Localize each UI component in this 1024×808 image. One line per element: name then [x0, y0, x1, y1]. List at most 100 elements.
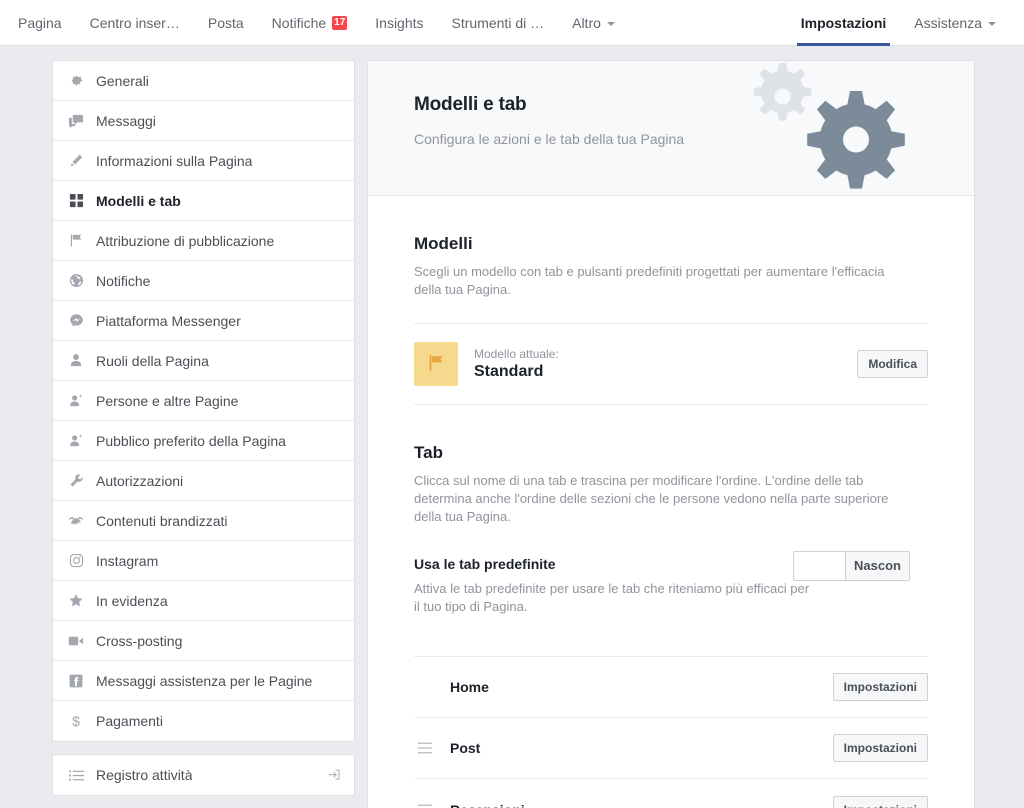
nav-item-assistenza[interactable]: Assistenza [900, 0, 1010, 45]
person-add-icon [65, 431, 87, 451]
sidebar-item-registro-attivita[interactable]: Registro attività [53, 755, 354, 795]
nav-item-label: Notifiche [271, 14, 327, 31]
nav-item-posta[interactable]: Posta [194, 0, 258, 45]
grid-squares-icon [65, 191, 87, 211]
tab-row-name: Recensioni [450, 802, 525, 808]
sidebar-item-modelli-e-tab[interactable]: Modelli e tab [53, 181, 354, 221]
sidebar-item-label: Ruoli della Pagina [96, 352, 209, 369]
flag-icon [65, 231, 87, 251]
sidebar-item-messaggi-assistenza-per-le-pagine[interactable]: Messaggi assistenza per le Pagine [53, 661, 354, 701]
sidebar-item-label: Cross-posting [96, 632, 183, 649]
nav-item-strumenti-di-pubblicazione[interactable]: Strumenti di … [438, 0, 559, 45]
list-icon [65, 765, 87, 785]
sidebar-item-ruoli-della-pagina[interactable]: Ruoli della Pagina [53, 341, 354, 381]
drag-handle-icon[interactable] [414, 742, 436, 754]
star-icon [65, 591, 87, 611]
toggle-label: Nascon [846, 552, 909, 580]
notifications-count-badge: 17 [332, 15, 348, 30]
sidebar-item-label: Notifiche [96, 272, 151, 289]
tabs-description: Clicca sul nome di una tab e trascina pe… [414, 473, 889, 524]
nav-item-label: Strumenti di … [451, 14, 545, 31]
current-template-row: Modello attuale: Standard Modifica [414, 324, 928, 405]
tab-row-name: Home [450, 679, 489, 695]
person-add-icon [65, 391, 87, 411]
sidebar-item-instagram[interactable]: Instagram [53, 541, 354, 581]
external-link-icon [326, 767, 342, 783]
person-icon [65, 351, 87, 371]
gear-icon [65, 71, 87, 91]
nav-item-insights[interactable]: Insights [361, 0, 437, 45]
nav-item-centro-inserzioni[interactable]: Centro inser… [76, 0, 194, 45]
handshake-icon [65, 511, 87, 531]
sidebar-item-label: Generali [96, 72, 149, 89]
instagram-icon [65, 551, 87, 571]
flag-icon [425, 352, 447, 377]
table-row[interactable]: Home Impostazioni [414, 657, 928, 718]
sidebar-item-autorizzazioni[interactable]: Autorizzazioni [53, 461, 354, 501]
messenger-icon [65, 311, 87, 331]
main-content-card: Modelli e tab Configura le azioni e le t… [367, 60, 975, 808]
sidebar-item-informazioni-sulla-pagina[interactable]: Informazioni sulla Pagina [53, 141, 354, 181]
page-title: Modelli e tab [414, 94, 527, 115]
tab-settings-button[interactable]: Impostazioni [832, 673, 928, 701]
facebook-icon [65, 671, 87, 691]
sidebar-item-attribuzione-di-pubblicazione[interactable]: Attribuzione di pubblicazione [53, 221, 354, 261]
sidebar-item-messaggi[interactable]: Messaggi [53, 101, 354, 141]
sidebar-item-label: Autorizzazioni [96, 472, 184, 489]
sidebar-item-label: Piattaforma Messenger [96, 312, 241, 329]
tabs-heading: Tab [414, 443, 443, 462]
nav-item-label: Altro [572, 14, 601, 31]
nav-item-notifiche[interactable]: Notifiche 17 [258, 0, 362, 45]
sidebar-footer-card: Registro attività [52, 754, 355, 796]
drag-handle-icon[interactable] [414, 804, 436, 808]
templates-section: Modelli Scegli un modello con tab e puls… [368, 196, 974, 405]
sidebar-item-generali[interactable]: Generali [53, 61, 354, 101]
main-header: Modelli e tab Configura le azioni e le t… [368, 61, 974, 196]
top-nav-left-group: Pagina Centro inser… Posta Notifiche 17 … [0, 0, 629, 45]
sidebar-item-label: Pubblico preferito della Pagina [96, 432, 286, 449]
pencil-icon [65, 151, 87, 171]
sidebar-item-label: Messaggi [96, 112, 156, 129]
table-row[interactable]: Recensioni Impostazioni [414, 779, 928, 808]
chevron-down-icon [988, 21, 996, 26]
nav-item-label: Posta [207, 14, 244, 31]
page-body: Generali Messaggi Informazioni sulla Pag… [0, 46, 1024, 808]
tab-row-name: Post [450, 740, 481, 756]
templates-description: Scegli un modello con tab e pulsanti pre… [414, 264, 885, 297]
sidebar-item-label: Attribuzione di pubblicazione [96, 232, 275, 249]
default-tabs-toggle[interactable]: Nascon [793, 551, 910, 581]
sidebar-item-persone-e-altre-pagine[interactable]: Persone e altre Pagine [53, 381, 354, 421]
top-nav-right-group: Impostazioni Assistenza [787, 0, 1010, 46]
globe-icon [65, 271, 87, 291]
sidebar-item-label: Pagamenti [96, 713, 163, 729]
page-subtitle: Configura le azioni e le tab della tua P… [414, 131, 685, 147]
tab-settings-button[interactable]: Impostazioni [832, 734, 928, 762]
toggle-knob[interactable] [794, 552, 846, 580]
sidebar-item-pubblico-preferito-della-pagina[interactable]: Pubblico preferito della Pagina [53, 421, 354, 461]
nav-item-label: Assistenza [914, 14, 982, 31]
sidebar-item-cross-posting[interactable]: Cross-posting [53, 621, 354, 661]
tab-settings-button[interactable]: Impostazioni [832, 795, 928, 808]
gears-illustration [753, 63, 905, 189]
nav-item-label: Impostazioni [800, 14, 887, 31]
tabs-section: Tab Clicca sul nome di una tab e trascin… [368, 405, 974, 808]
sidebar-item-label: Modelli e tab [96, 192, 181, 209]
default-tabs-block: Usa le tab predefinite Attiva le tab pre… [414, 526, 928, 616]
nav-item-label: Pagina [18, 14, 62, 31]
sidebar-item-notifiche[interactable]: Notifiche [53, 261, 354, 301]
sidebar-item-piattaforma-messenger[interactable]: Piattaforma Messenger [53, 301, 354, 341]
sidebar-item-in-evidenza[interactable]: In evidenza [53, 581, 354, 621]
nav-item-altro[interactable]: Altro [558, 0, 629, 45]
sidebar-item-pagamenti[interactable]: $ Pagamenti [53, 701, 354, 741]
nav-item-impostazioni[interactable]: Impostazioni [787, 0, 901, 46]
sidebar-item-contenuti-brandizzati[interactable]: Contenuti brandizzati [53, 501, 354, 541]
sidebar-item-label: Persone e altre Pagine [96, 392, 239, 409]
top-navigation-bar: Pagina Centro inser… Posta Notifiche 17 … [0, 0, 1024, 46]
sidebar-item-label: Instagram [96, 552, 159, 569]
video-camera-icon [65, 631, 87, 651]
sidebar-item-label: Informazioni sulla Pagina [96, 152, 253, 169]
nav-item-pagina[interactable]: Pagina [0, 0, 76, 45]
table-row[interactable]: Post Impostazioni [414, 718, 928, 779]
edit-template-button[interactable]: Modifica [857, 350, 928, 378]
template-info: Modello attuale: Standard [474, 347, 559, 381]
